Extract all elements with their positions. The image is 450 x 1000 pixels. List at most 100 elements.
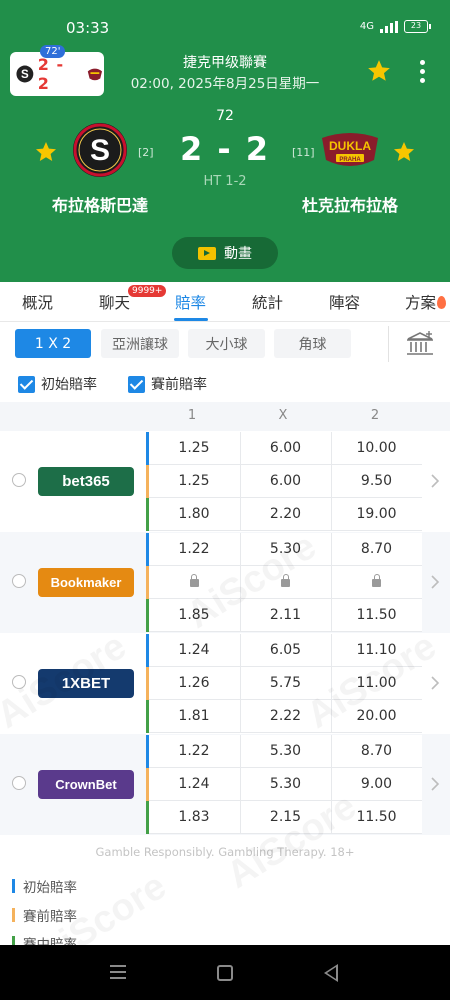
pre-match-odds-label: 賽前賠率 — [151, 377, 207, 393]
bookmaker-logo: bet365 — [38, 467, 134, 496]
bookmaker-select-radio[interactable] — [12, 473, 26, 487]
odds-cell: 11.50 — [331, 801, 421, 834]
back-icon[interactable] — [324, 964, 338, 982]
tab-overview[interactable]: 概況 — [22, 291, 53, 313]
odds-cell: 10.00 — [331, 432, 421, 465]
odds-cell: 6.00 — [240, 465, 330, 498]
odds-cell: 5.30 — [240, 533, 330, 566]
tab-chat[interactable]: 聊天 — [99, 291, 130, 313]
lock-icon — [189, 574, 199, 587]
odds-cell: 5.75 — [240, 667, 330, 700]
home-icon[interactable] — [217, 965, 233, 981]
system-navigation-bar — [0, 945, 450, 1000]
bookmaker-row[interactable]: 1XBET 1.24 6.05 11.10 1.26 5.75 11.00 1.81 2.22 2… — [0, 633, 450, 734]
away-logo-subtext: PRAHA — [339, 157, 361, 163]
odds-cell: 6.05 — [240, 634, 330, 667]
bookmaker-select-radio[interactable] — [12, 776, 26, 790]
home-team-rank: [2] — [138, 146, 154, 159]
legend-pre-match-odds: 賽前賠率 — [12, 905, 77, 925]
home-team-name[interactable]: 布拉格斯巴達 — [30, 192, 170, 216]
filter-asian-handicap[interactable]: 亞洲讓球 — [101, 329, 179, 358]
pre-match-odds-checkbox[interactable]: 賽前賠率 — [128, 374, 207, 394]
bookmaker-select-radio[interactable] — [12, 574, 26, 588]
odds-cell: 1.83 — [178, 809, 210, 825]
odds-row — [146, 566, 422, 599]
away-team-logo[interactable]: DUKLA PRAHA — [318, 128, 382, 172]
chevron-right-icon[interactable] — [430, 675, 440, 691]
status-time: 03:33 — [66, 19, 110, 37]
odds-cell: 9.00 — [331, 768, 421, 801]
bookmaker-name: Bookmaker — [50, 575, 122, 590]
market-filter-bar: 1 X 2 亞洲讓球 大小球 角球 — [0, 322, 450, 368]
odds-locked-cell — [240, 566, 330, 599]
initial-odds-checkbox[interactable]: 初始賠率 — [18, 374, 97, 394]
odds-cell: 11.10 — [331, 634, 421, 667]
bookmaker-name: bet365 — [62, 473, 110, 490]
animation-label: 動畫 — [224, 246, 252, 262]
lock-icon — [281, 574, 290, 587]
home-favorite-star-icon[interactable] — [34, 140, 58, 164]
odds-cell: 20.00 — [331, 700, 421, 733]
chevron-right-icon[interactable] — [430, 473, 440, 489]
animation-button[interactable]: 動畫 — [172, 237, 278, 269]
legend-label: 初始賠率 — [23, 880, 77, 896]
recent-apps-icon[interactable] — [110, 965, 126, 979]
odds-row: 1.25 6.00 10.00 — [146, 432, 422, 465]
chevron-right-icon[interactable] — [430, 776, 440, 792]
video-icon — [198, 246, 216, 260]
filter-over-under[interactable]: 大小球 — [188, 329, 265, 358]
halftime-score: HT 1-2 — [203, 174, 247, 189]
network-label: 4G — [359, 21, 374, 32]
filter-1x2[interactable]: 1 X 2 — [15, 329, 91, 358]
away-team-name[interactable]: 杜克拉布拉格 — [280, 192, 420, 216]
tab-stats[interactable]: 統計 — [252, 291, 283, 313]
home-team-logo[interactable]: S — [72, 122, 128, 178]
checkbox-checked-icon — [128, 375, 145, 393]
odds-table-header: 1 X 2 — [0, 402, 450, 431]
odds-cell: 11.50 — [331, 599, 421, 632]
odds-row: 1.25 6.00 9.50 — [146, 465, 422, 498]
bookmaker-logo: 1XBET — [38, 669, 134, 698]
odds-row: 1.22 5.30 8.70 — [146, 533, 422, 566]
svg-text:S: S — [90, 134, 110, 167]
odds-cell: 6.00 — [240, 432, 330, 465]
favorite-star-icon[interactable] — [366, 58, 392, 84]
tab-lineup[interactable]: 陣容 — [329, 291, 360, 313]
checkbox-checked-icon — [18, 375, 35, 393]
more-options-icon[interactable] — [420, 60, 426, 83]
away-favorite-star-icon[interactable] — [392, 140, 416, 164]
bookmaker-logo: Bookmaker — [38, 568, 134, 597]
odds-cell: 1.25 — [178, 473, 210, 489]
legend-initial-odds: 初始賠率 — [12, 876, 77, 896]
tab-odds[interactable]: 賠率 — [175, 291, 206, 313]
odds-cell: 11.00 — [331, 667, 421, 700]
odds-cell: 1.80 — [178, 506, 210, 522]
lock-icon — [372, 574, 381, 587]
column-away-header: 2 — [370, 408, 380, 423]
tab-tips[interactable]: 方案 — [405, 291, 447, 313]
tab-tips-label: 方案 — [405, 294, 437, 312]
odds-row: 1.81 2.22 20.00 — [146, 700, 422, 733]
odds-cell: 8.70 — [331, 735, 421, 768]
bookmaker-row[interactable]: Bookmaker 1.22 5.30 8.70 1.85 2.11 11.50 — [0, 532, 450, 633]
odds-cell: 1.25 — [178, 440, 210, 456]
bookmaker-select-radio[interactable] — [12, 675, 26, 689]
chevron-right-icon[interactable] — [430, 574, 440, 590]
filter-corners[interactable]: 角球 — [274, 329, 351, 358]
bookmaker-row[interactable]: bet365 1.25 6.00 10.00 1.25 6.00 9.50 1.80 2.20 1… — [0, 431, 450, 532]
bookmaker-name: CrownBet — [55, 777, 117, 792]
bookmaker-settings-icon[interactable] — [405, 330, 435, 358]
odds-cell: 2.22 — [240, 700, 330, 733]
column-draw-header: X — [278, 408, 288, 423]
odds-row: 1.85 2.11 11.50 — [146, 599, 422, 632]
legend-label: 賽前賠率 — [23, 909, 77, 925]
legend-color-swatch — [12, 879, 15, 893]
odds-cell: 1.22 — [178, 541, 210, 557]
odds-cell: 1.26 — [178, 675, 210, 691]
signal-icon — [380, 20, 398, 33]
odds-cell: 1.24 — [178, 642, 210, 658]
odds-cell: 2.20 — [240, 498, 330, 531]
chat-count-badge: 9999+ — [128, 285, 167, 297]
battery-icon: 23 — [404, 20, 431, 33]
bookmaker-row[interactable]: CrownBet 1.22 5.30 8.70 1.24 5.30 9.00 1.83 2.15… — [0, 734, 450, 835]
